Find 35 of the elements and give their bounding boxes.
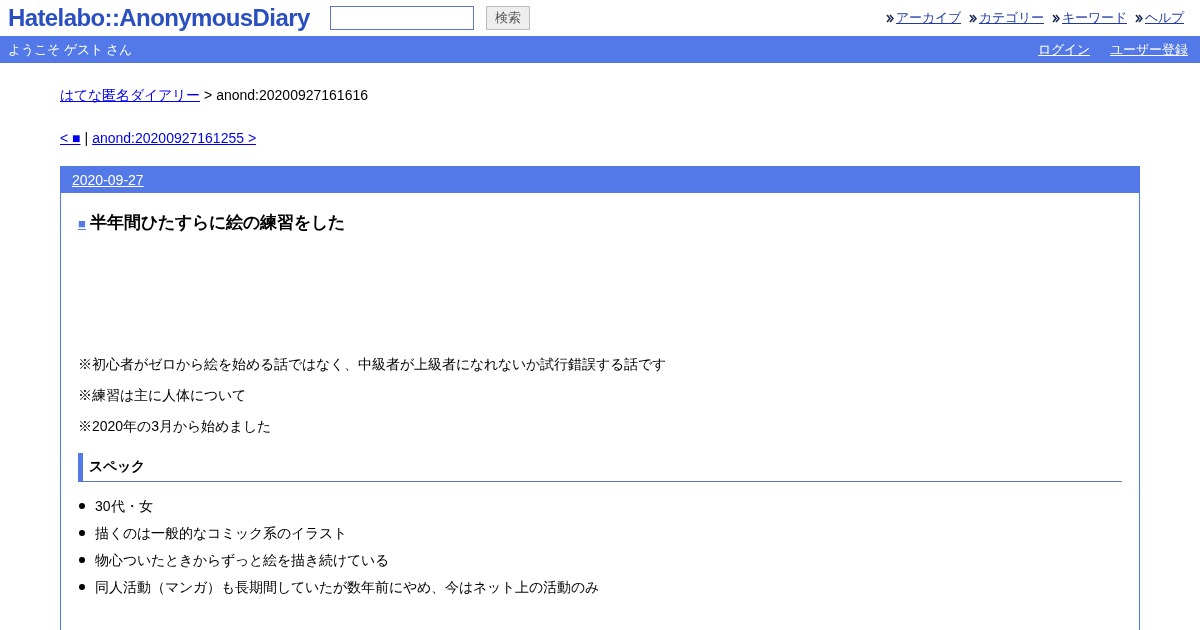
list-item-text: 30代・女 bbox=[95, 496, 153, 516]
account-link[interactable]: ログイン bbox=[1038, 39, 1090, 60]
search-button[interactable]: 検索 bbox=[485, 6, 530, 30]
search-field[interactable] bbox=[329, 6, 474, 30]
breadcrumb-separator: > bbox=[204, 86, 213, 105]
previous-link[interactable]: < ■ bbox=[60, 128, 81, 149]
bullet-icon bbox=[79, 503, 85, 509]
bullet-icon bbox=[79, 530, 85, 536]
nav-link[interactable]: アーカイブ bbox=[896, 8, 961, 28]
breadcrumb-current: anond:20200927161616 bbox=[216, 86, 368, 105]
arrow-icon bbox=[969, 13, 977, 23]
next-link[interactable]: anond:20200927161255 > bbox=[92, 128, 257, 149]
nav-link[interactable]: ヘルプ bbox=[1145, 8, 1184, 28]
welcome-text: ようこそ ゲスト さん bbox=[8, 40, 133, 59]
entry-title: 半年間ひたすらに絵の練習をした bbox=[89, 212, 345, 234]
section-heading: スペック bbox=[89, 457, 145, 476]
breadcrumb-link[interactable]: はてな匿名ダイアリー bbox=[60, 85, 200, 106]
arrow-icon bbox=[1052, 13, 1060, 23]
bullet-icon bbox=[79, 584, 85, 590]
arrow-icon bbox=[1135, 13, 1143, 23]
list-item-text: 同人活動（マンガ）も長期間していたが数年前にやめ、今はネット上の活動のみ bbox=[95, 577, 599, 597]
nav-link[interactable]: キーワード bbox=[1062, 8, 1127, 28]
note-text: ※2020年の3月から始めました bbox=[78, 416, 272, 436]
arrow-icon bbox=[886, 13, 894, 23]
list-item-text: 描くのは一般的なコミック系のイラスト bbox=[95, 523, 347, 543]
title-permalink[interactable]: ■ bbox=[78, 214, 86, 234]
account-link[interactable]: ユーザー登録 bbox=[1110, 39, 1188, 60]
note-text: ※初心者がゼロから絵を始める話ではなく、中級者が上級者になれないか試行錯誤する話です bbox=[78, 354, 667, 374]
bullet-icon bbox=[79, 557, 85, 563]
date-link[interactable]: 2020-09-27 bbox=[72, 169, 144, 191]
nav-link[interactable]: カテゴリー bbox=[979, 8, 1044, 28]
pager-separator: | bbox=[84, 129, 89, 148]
note-text: ※練習は主に人体について bbox=[78, 385, 247, 405]
list-item-text: 物心ついたときからずっと絵を描き続けている bbox=[95, 550, 389, 570]
site-logo[interactable]: Hatelabo::AnonymousDiary bbox=[8, 6, 310, 30]
